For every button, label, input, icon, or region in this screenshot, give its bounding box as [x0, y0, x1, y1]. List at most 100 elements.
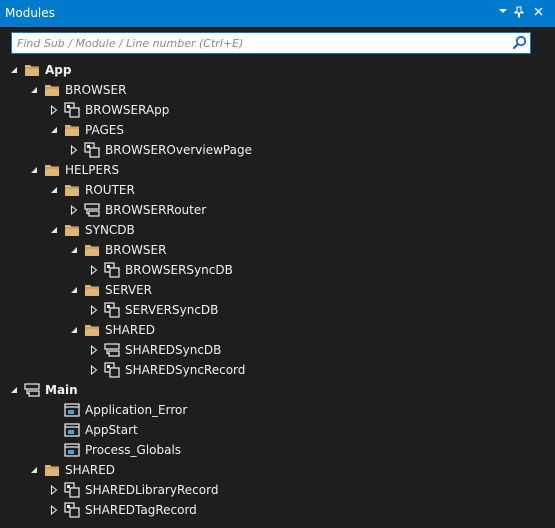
- title-bar: Modules: [0, 0, 555, 27]
- tree-node-label: BROWSERApp: [85, 103, 170, 117]
- expanded-arrow-icon[interactable]: [48, 180, 60, 200]
- module-icon: [24, 382, 40, 398]
- search-box: [11, 32, 531, 54]
- folder-icon: [84, 322, 100, 338]
- expanded-arrow-icon[interactable]: [68, 320, 80, 340]
- tree-node[interactable]: SHAREDLibraryRecord: [48, 480, 218, 500]
- tree-node[interactable]: Main: [8, 380, 78, 400]
- folder-icon: [24, 62, 40, 78]
- folder-icon: [64, 122, 80, 138]
- pin-icon[interactable]: [512, 6, 526, 20]
- expanded-arrow-icon[interactable]: [28, 460, 40, 480]
- tree-node[interactable]: SERVER: [68, 280, 152, 300]
- tree-node[interactable]: BROWSER: [28, 80, 126, 100]
- expanded-arrow-icon[interactable]: [28, 80, 40, 100]
- expanded-arrow-icon[interactable]: [8, 380, 20, 400]
- tree-node[interactable]: SHARED: [68, 320, 155, 340]
- folder-icon: [44, 82, 60, 98]
- expanded-arrow-icon[interactable]: [28, 160, 40, 180]
- class-module-icon: [104, 302, 120, 318]
- search-icon: [512, 35, 527, 50]
- search-button[interactable]: [509, 33, 530, 53]
- tree-node[interactable]: SERVERSyncDB: [88, 300, 218, 320]
- module-tree: App BROWSER BROWSERApp PAGES BROWSEROverview…: [0, 60, 555, 528]
- tree-node-label: Process_Globals: [85, 443, 182, 457]
- tree-node-label: AppStart: [85, 423, 138, 437]
- tree-node-label: SHARED: [105, 323, 156, 337]
- tree-node-label: App: [45, 63, 72, 77]
- collapsed-arrow-icon[interactable]: [88, 360, 100, 380]
- collapsed-arrow-icon[interactable]: [48, 100, 60, 120]
- tree-node-label: SHAREDSyncDB: [125, 343, 222, 357]
- folder-icon: [84, 242, 100, 258]
- collapsed-arrow-icon[interactable]: [48, 500, 60, 520]
- tree-node[interactable]: ROUTER: [48, 180, 135, 200]
- tree-node-label: SYNCDB: [85, 223, 135, 237]
- tree-node-label: HELPERS: [65, 163, 120, 177]
- tree-node-label: PAGES: [85, 123, 124, 137]
- module-icon: [84, 202, 100, 218]
- tree-node[interactable]: SHAREDTagRecord: [48, 500, 197, 520]
- tree-node-label: SERVER: [105, 283, 153, 297]
- window-title: Modules: [5, 6, 55, 20]
- folder-icon: [64, 222, 80, 238]
- collapsed-arrow-icon[interactable]: [68, 140, 80, 160]
- tree-node-label: SHAREDSyncRecord: [125, 363, 246, 377]
- tree-node-label: BROWSER: [105, 243, 167, 257]
- tree-node-label: BROWSERSyncDB: [125, 263, 233, 277]
- expanded-arrow-icon[interactable]: [68, 280, 80, 300]
- collapsed-arrow-icon[interactable]: [88, 340, 100, 360]
- close-icon[interactable]: [531, 6, 545, 20]
- tree-node[interactable]: Application_Error: [48, 400, 187, 420]
- folder-icon: [44, 162, 60, 178]
- tree-node[interactable]: PAGES: [48, 120, 124, 140]
- tree-node-label: Main: [45, 383, 78, 397]
- tree-node-label: ROUTER: [85, 183, 135, 197]
- tree-node[interactable]: BROWSERApp: [48, 100, 169, 120]
- tree-node[interactable]: BROWSER: [68, 240, 166, 260]
- tree-node-label: SHARED: [65, 463, 116, 477]
- tree-node[interactable]: BROWSERSyncDB: [88, 260, 233, 280]
- tree-node[interactable]: BROWSERRouter: [68, 200, 206, 220]
- expanded-arrow-icon[interactable]: [8, 60, 20, 80]
- class-module-icon: [104, 262, 120, 278]
- tree-node[interactable]: SHAREDSyncDB: [88, 340, 221, 360]
- folder-icon: [84, 282, 100, 298]
- class-module-icon: [64, 482, 80, 498]
- tree-node[interactable]: AppStart: [48, 420, 138, 440]
- tree-node[interactable]: SYNCDB: [48, 220, 135, 240]
- collapsed-arrow-icon[interactable]: [68, 200, 80, 220]
- class-module-icon: [104, 362, 120, 378]
- tree-node[interactable]: Process_Globals: [48, 440, 181, 460]
- tree-node[interactable]: App: [8, 60, 71, 80]
- tree-node-label: SHAREDLibraryRecord: [85, 483, 219, 497]
- window-dropdown-icon[interactable]: [496, 6, 510, 20]
- class-module-icon: [64, 102, 80, 118]
- tree-node[interactable]: BROWSEROverviewPage: [68, 140, 252, 160]
- sub-icon: [64, 422, 80, 438]
- collapsed-arrow-icon[interactable]: [48, 480, 60, 500]
- class-module-icon: [84, 142, 100, 158]
- collapsed-arrow-icon[interactable]: [88, 260, 100, 280]
- module-icon: [104, 342, 120, 358]
- expanded-arrow-icon[interactable]: [48, 220, 60, 240]
- tree-node-label: BROWSEROverviewPage: [105, 143, 252, 157]
- tree-node[interactable]: SHARED: [28, 460, 115, 480]
- tree-node-label: Application_Error: [85, 403, 188, 417]
- tree-node[interactable]: SHAREDSyncRecord: [88, 360, 245, 380]
- tree-node-label: SERVERSyncDB: [125, 303, 219, 317]
- folder-icon: [44, 462, 60, 478]
- class-module-icon: [64, 502, 80, 518]
- sub-icon: [64, 442, 80, 458]
- expanded-arrow-icon[interactable]: [48, 120, 60, 140]
- folder-icon: [64, 182, 80, 198]
- sub-icon: [64, 402, 80, 418]
- tree-node-label: BROWSERRouter: [105, 203, 207, 217]
- collapsed-arrow-icon[interactable]: [88, 300, 100, 320]
- search-input[interactable]: [12, 33, 506, 53]
- tree-node[interactable]: HELPERS: [28, 160, 119, 180]
- expanded-arrow-icon[interactable]: [68, 240, 80, 260]
